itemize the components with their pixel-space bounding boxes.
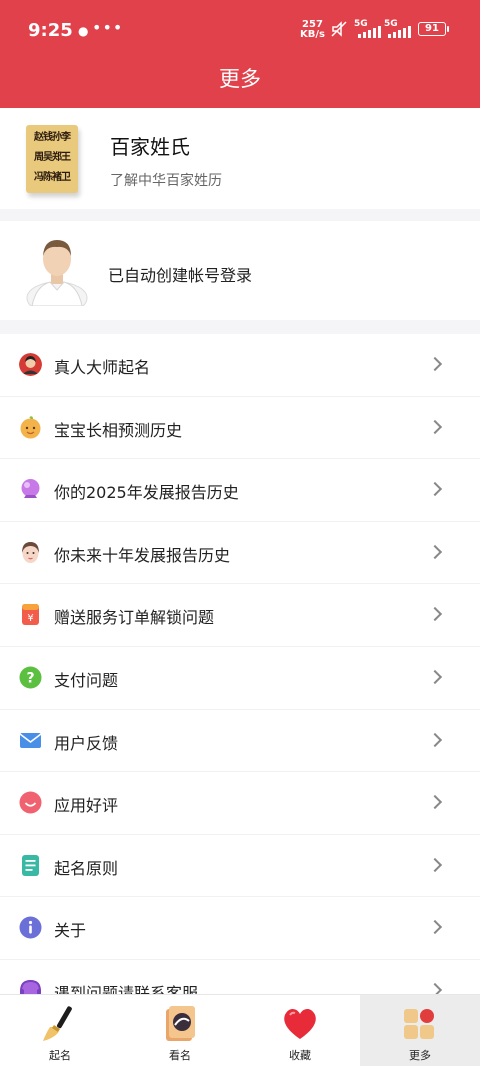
mute-icon — [331, 21, 347, 37]
more-notifications-icon: ••• — [92, 18, 124, 37]
surname-book-subtitle: 了解中华百家姓历 — [110, 173, 222, 189]
chevron-right-icon — [427, 482, 443, 497]
smile-icon — [19, 791, 42, 814]
menu-item-label: 关于 — [54, 921, 87, 941]
menu-item-gift-order-unlock[interactable]: ¥ 赠送服务订单解锁问题 — [0, 584, 480, 647]
menu-item-label: 你的2025年发展报告历史 — [54, 483, 239, 503]
account-status-text: 已自动创建帐号登录 — [108, 266, 253, 285]
menu-item-feedback[interactable]: 用户反馈 — [0, 710, 480, 773]
chevron-right-icon — [427, 544, 443, 559]
menu-item-naming-principles[interactable]: 起名原则 — [0, 835, 480, 898]
avatar[interactable] — [26, 232, 88, 306]
menu-item-label: 赠送服务订单解锁问题 — [54, 608, 215, 628]
chevron-right-icon — [427, 732, 443, 747]
chevron-right-icon — [427, 982, 443, 994]
menu-item-about[interactable]: 关于 — [0, 897, 480, 960]
surname-book-title[interactable]: 百家姓氏 — [110, 131, 190, 160]
baby-face-icon — [20, 415, 41, 439]
tab-favorites[interactable]: 收藏 — [240, 995, 360, 1066]
status-bar: 9:25 ● ••• 257 KB/s 5G 5G 91 — [0, 0, 480, 60]
tab-label: 看名 — [169, 1049, 191, 1062]
notification-icon: ● — [78, 24, 89, 38]
menu-item-2025-report-history[interactable]: 你的2025年发展报告历史 — [0, 459, 480, 522]
tab-view-name[interactable]: 看名 — [120, 995, 240, 1066]
menu-item-label: 遇到问题请联系客服 — [54, 984, 199, 994]
mirror-icon — [166, 1006, 195, 1041]
question-icon: ? — [19, 666, 42, 689]
tab-label: 更多 — [409, 1049, 431, 1062]
chevron-right-icon — [427, 857, 443, 872]
menu-item-label: 宝宝长相预测历史 — [54, 420, 183, 440]
sim2-signal-icon: 5G — [384, 19, 412, 38]
cover-line: 赵钱孙李 — [34, 132, 71, 143]
chevron-right-icon — [427, 607, 443, 622]
woman-face-icon — [22, 541, 39, 563]
sim1-signal-icon: 5G — [354, 19, 382, 38]
menu-item-app-rating[interactable]: 应用好评 — [0, 772, 480, 835]
menu-item-decade-report-history[interactable]: 你未来十年发展报告历史 — [0, 522, 480, 585]
cover-line: 冯陈褚卫 — [34, 172, 71, 183]
yuan-red-packet-icon: ¥ — [22, 604, 39, 626]
menu-item-contact-service[interactable]: 遇到问题请联系客服 — [0, 960, 480, 994]
menu-item-label: 真人大师起名 — [54, 358, 151, 377]
tab-naming[interactable]: 起名 — [0, 995, 120, 1066]
chevron-right-icon — [427, 356, 443, 372]
battery-icon: 91 — [418, 22, 449, 36]
surname-book-cover-icon[interactable]: 赵钱孙李 周吴郑王 冯陈褚卫 — [26, 125, 78, 193]
chevron-right-icon — [427, 920, 443, 935]
menu-item-master-naming[interactable]: 真人大师起名 — [0, 334, 480, 397]
info-icon — [19, 916, 42, 939]
settings-menu: 真人大师起名 宝宝长相预测历史 你的2025年发展报告历史 你未来十年发展报告历… — [0, 334, 480, 994]
tab-more[interactable]: 更多 — [360, 995, 480, 1066]
tab-label: 收藏 — [289, 1049, 311, 1062]
menu-item-label: 你未来十年发展报告历史 — [54, 545, 231, 565]
svg-text:?: ? — [26, 671, 34, 687]
status-time: 9:25 — [28, 20, 73, 41]
network-speed: 257 KB/s — [300, 20, 325, 40]
menu-item-label: 用户反馈 — [54, 733, 119, 753]
master-avatar-icon — [19, 353, 42, 376]
more-grid-icon — [404, 1009, 434, 1039]
network-speed-unit: KB/s — [300, 29, 325, 40]
mail-icon — [19, 732, 42, 748]
svg-text:¥: ¥ — [27, 613, 33, 624]
menu-item-label: 支付问题 — [54, 671, 119, 690]
menu-item-label: 起名原则 — [54, 858, 119, 878]
menu-item-payment-issue[interactable]: ? 支付问题 — [0, 647, 480, 710]
page-title: 更多 — [0, 60, 480, 108]
menu-item-label: 应用好评 — [54, 796, 119, 816]
brush-icon — [43, 1006, 72, 1041]
chevron-right-icon — [427, 669, 443, 685]
tab-label: 起名 — [49, 1049, 71, 1062]
bottom-tab-bar: 起名 看名 收藏 更多 — [0, 994, 480, 1066]
document-icon — [22, 854, 39, 876]
chevron-right-icon — [427, 419, 443, 434]
heart-icon — [284, 1008, 316, 1039]
menu-item-baby-face-history[interactable]: 宝宝长相预测历史 — [0, 397, 480, 460]
customer-service-icon — [20, 979, 41, 994]
chevron-right-icon — [427, 795, 443, 810]
cover-line: 周吴郑王 — [34, 152, 71, 163]
crystal-ball-icon — [21, 479, 40, 499]
